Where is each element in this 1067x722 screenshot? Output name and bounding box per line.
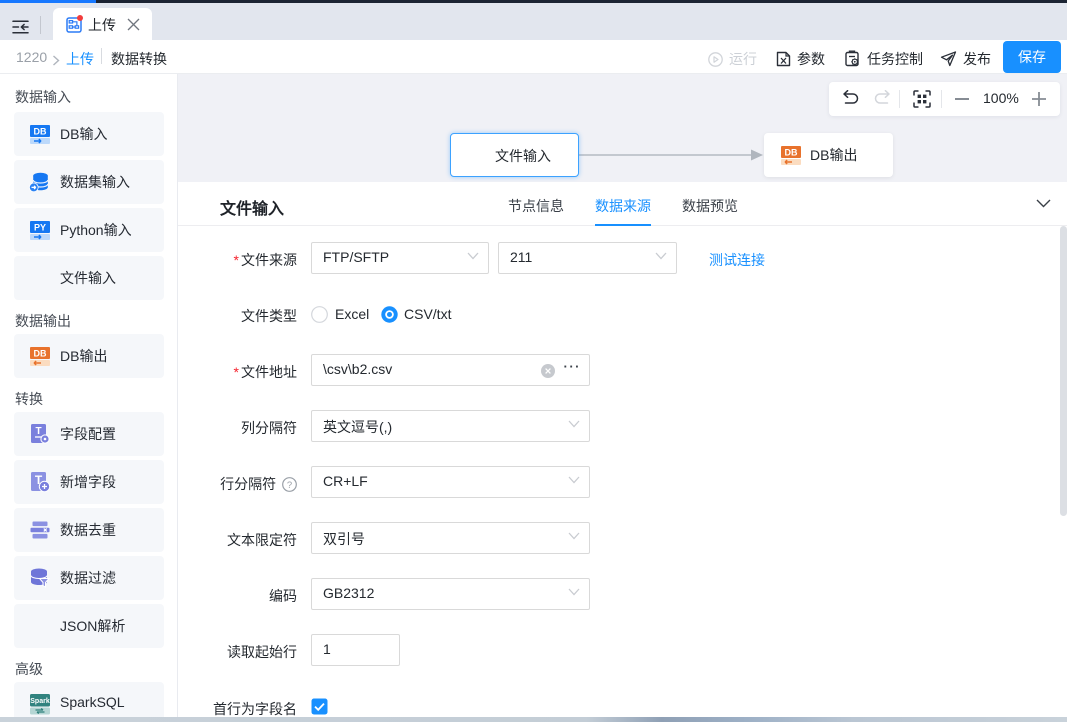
svg-text:PY: PY [34,223,46,233]
svg-text:?: ? [287,480,292,491]
svg-text:DB: DB [34,349,47,359]
svg-text:DB: DB [34,127,47,137]
svg-text:T: T [35,426,41,437]
svg-text:Spark: Spark [30,698,50,705]
svg-text:DB: DB [785,148,798,158]
